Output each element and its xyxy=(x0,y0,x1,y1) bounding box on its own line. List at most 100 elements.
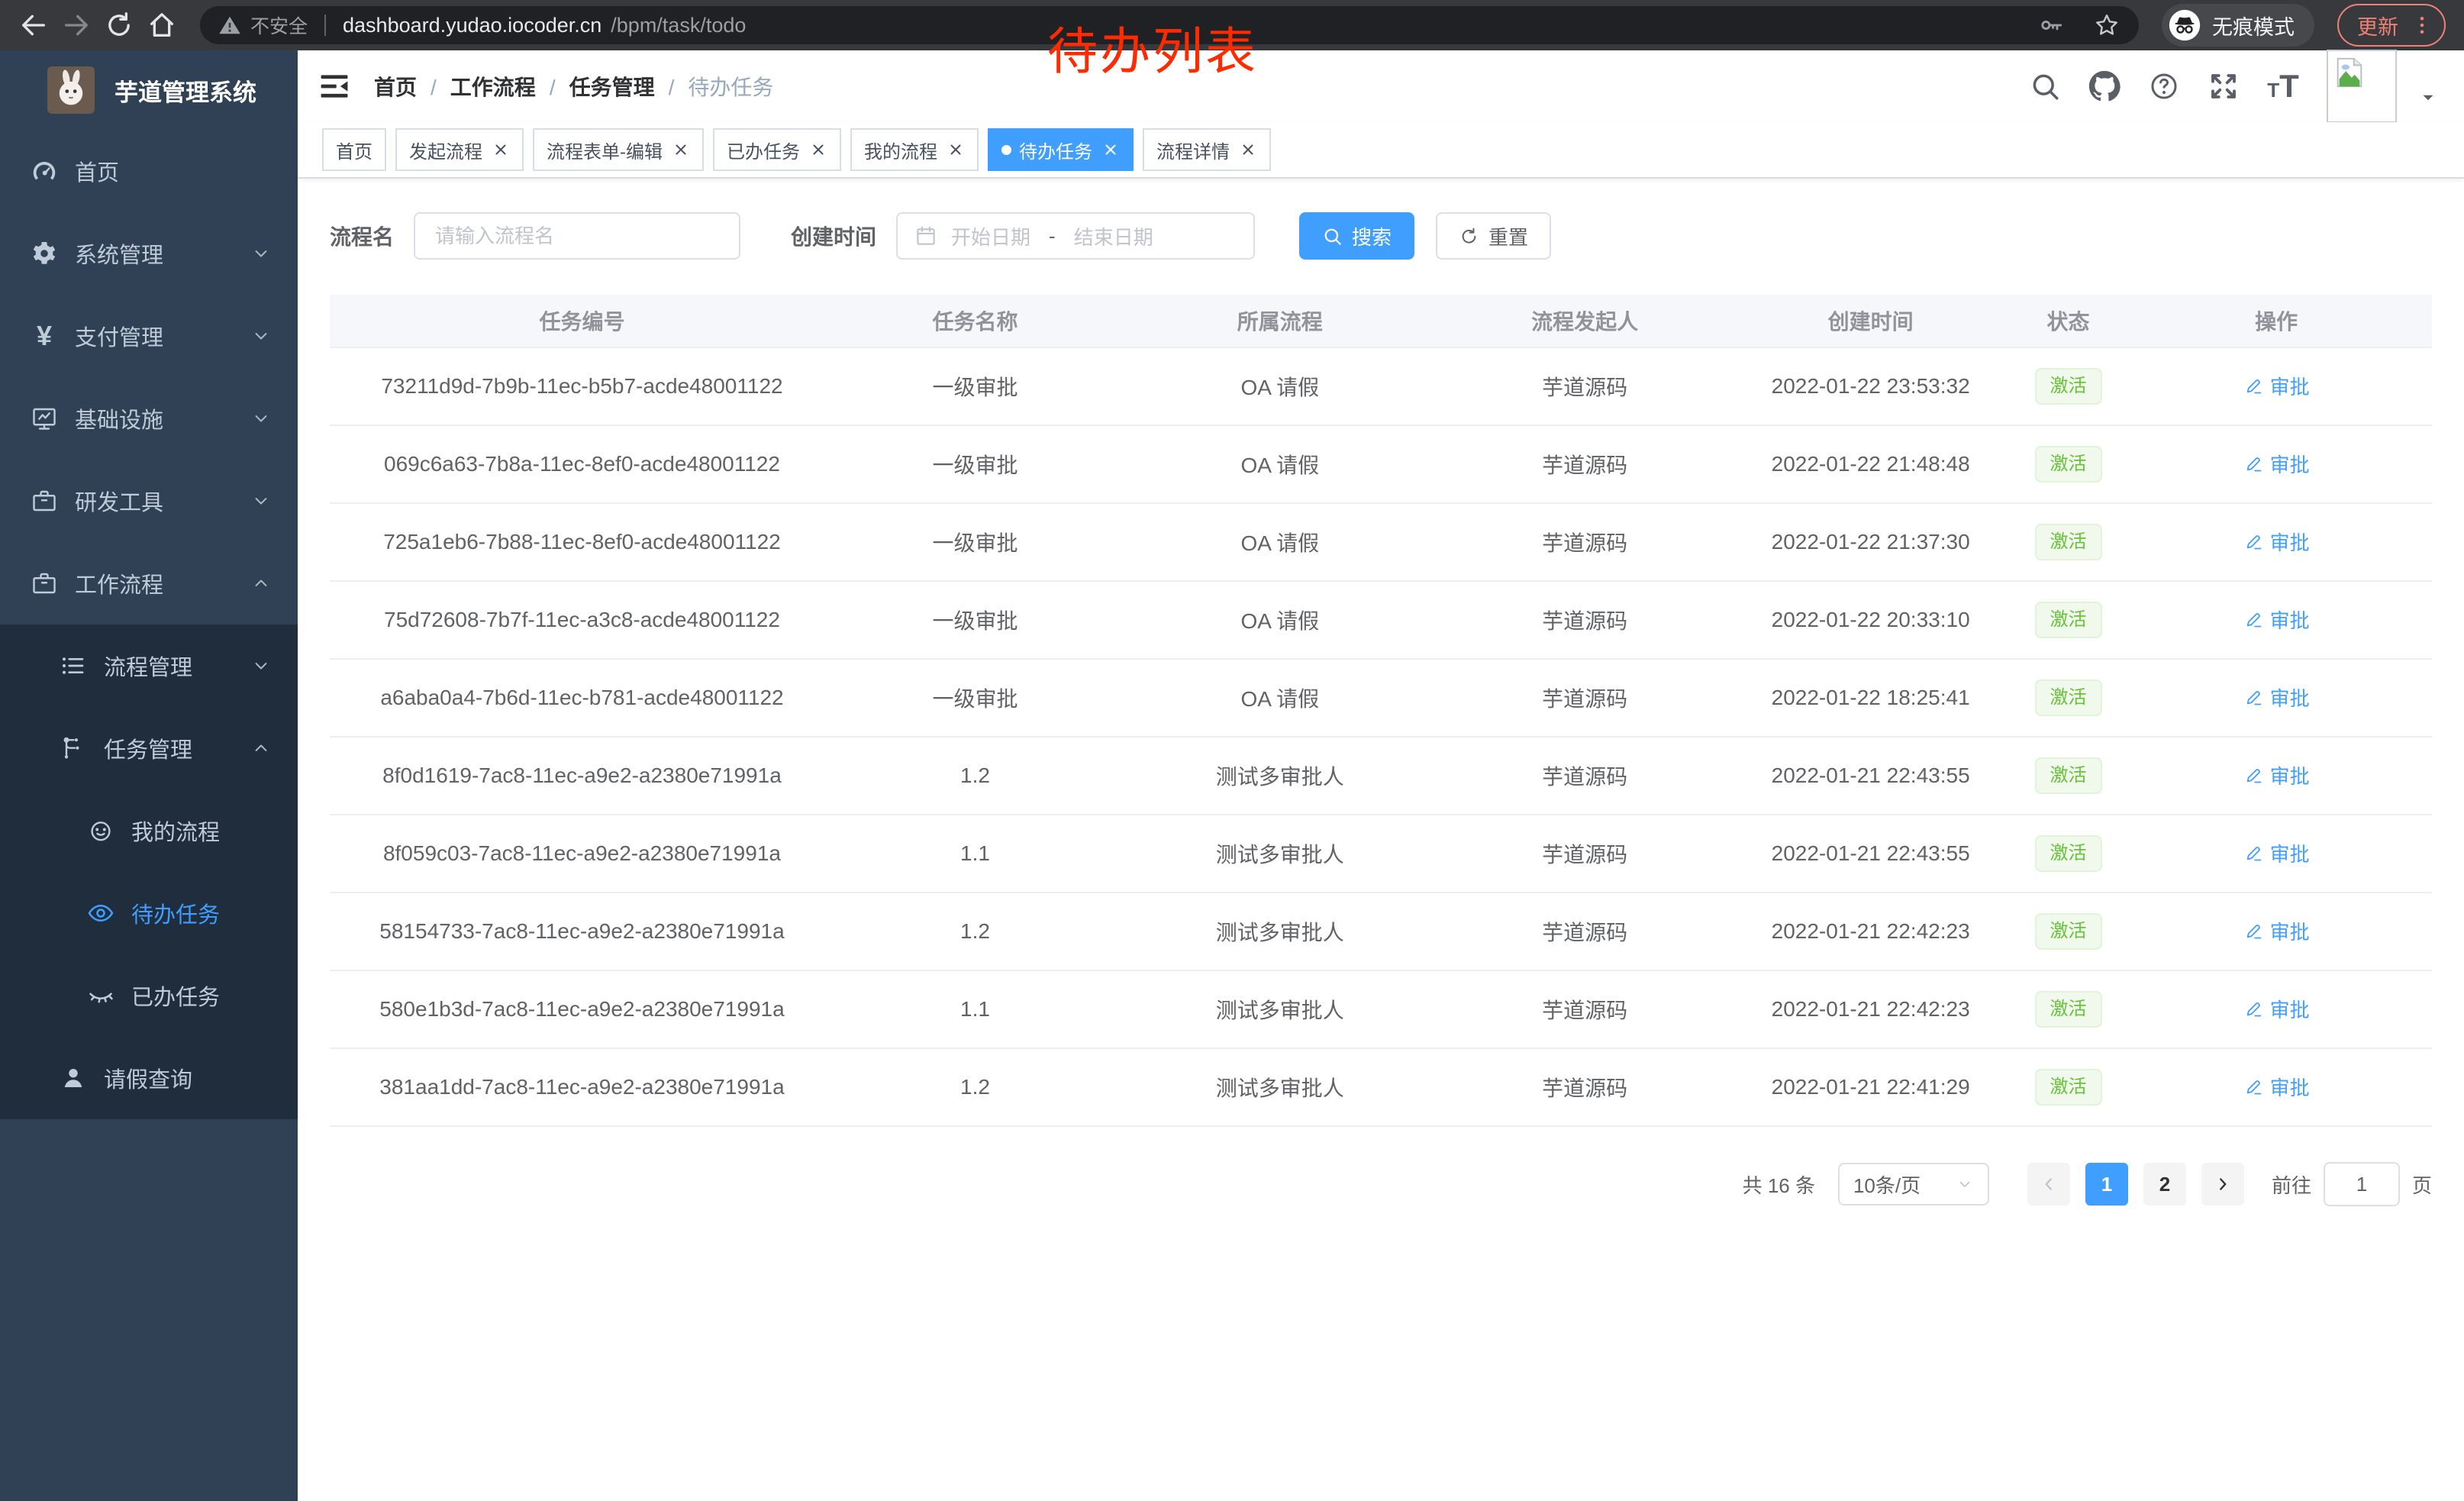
task-table: 任务编号任务名称所属流程流程发起人创建时间状态操作 73211d9d-7b9b-… xyxy=(330,295,2432,1127)
avatar-caret-icon[interactable] xyxy=(2418,88,2438,108)
approve-link[interactable]: 审批 xyxy=(2243,683,2310,712)
close-icon[interactable] xyxy=(1101,140,1120,159)
task-id-cell: 580e1b3d-7ac8-11ec-a9e2-a2380e71991a xyxy=(330,970,834,1048)
sidebar-menu: 首页 系统管理 ¥ 支付管理 基础设施 xyxy=(0,130,298,1119)
close-icon[interactable] xyxy=(809,140,827,159)
sidebar-item[interactable]: 首页 xyxy=(0,130,298,212)
table-row: 58154733-7ac8-11ec-a9e2-a2380e71991a 1.2… xyxy=(330,893,2432,970)
close-icon[interactable] xyxy=(492,140,510,159)
approve-link[interactable]: 审批 xyxy=(2243,995,2310,1023)
sidebar-collapse-icon[interactable] xyxy=(318,69,351,103)
sidebar-item[interactable]: 任务管理 xyxy=(0,707,298,789)
goto-page-input[interactable] xyxy=(2324,1162,2400,1206)
reset-button[interactable]: 重置 xyxy=(1436,212,1551,260)
breadcrumb-item[interactable]: 待办任务 xyxy=(688,71,773,102)
approve-link[interactable]: 审批 xyxy=(2243,917,2310,945)
page-button[interactable]: 2 xyxy=(2143,1163,2186,1206)
search-icon[interactable] xyxy=(2029,70,2061,102)
font-size-icon[interactable]: TT xyxy=(2267,70,2299,102)
status-cell: 激活 xyxy=(2016,347,2121,425)
task-name-cell: 一级审批 xyxy=(834,659,1116,737)
github-icon[interactable] xyxy=(2088,70,2121,102)
reload-icon[interactable] xyxy=(104,10,134,40)
incognito-icon xyxy=(2168,8,2201,42)
close-icon[interactable] xyxy=(947,140,965,159)
search-button[interactable]: 搜索 xyxy=(1299,212,1414,260)
sidebar-item[interactable]: 请假查询 xyxy=(0,1037,298,1119)
date-range-picker[interactable]: 开始日期 - 结束日期 xyxy=(896,212,1255,260)
breadcrumb-item[interactable]: 工作流程 xyxy=(450,71,569,102)
help-icon[interactable] xyxy=(2148,70,2180,102)
chevron-down-icon xyxy=(250,490,272,512)
action-cell: 审批 xyxy=(2121,425,2432,503)
sidebar-item-label: 工作流程 xyxy=(75,567,163,599)
column-header: 操作 xyxy=(2121,295,2432,347)
approve-link[interactable]: 审批 xyxy=(2243,761,2310,789)
tab-label: 已办任务 xyxy=(727,137,800,163)
breadcrumb-item[interactable]: 任务管理 xyxy=(569,71,689,102)
approve-link[interactable]: 审批 xyxy=(2243,372,2310,400)
breadcrumb-item[interactable]: 首页 xyxy=(374,71,450,102)
close-icon[interactable] xyxy=(1239,140,1257,159)
approve-link[interactable]: 审批 xyxy=(2243,839,2310,867)
approve-link[interactable]: 审批 xyxy=(2243,528,2310,556)
forward-icon[interactable] xyxy=(61,10,92,40)
starter-cell: 芋道源码 xyxy=(1444,503,1726,581)
approve-link[interactable]: 审批 xyxy=(2243,605,2310,634)
back-icon[interactable] xyxy=(18,10,49,40)
approve-link[interactable]: 审批 xyxy=(2243,1073,2310,1101)
browser-toolbar: 不安全 dashboard.yudao.iocoder.cn/bpm/task/… xyxy=(0,0,2464,50)
tab[interactable]: 待办任务 xyxy=(988,128,1134,171)
create-time-label: 创建时间 xyxy=(791,221,876,251)
fullscreen-icon[interactable] xyxy=(2208,70,2240,102)
active-dot xyxy=(1001,145,1011,155)
end-date-placeholder[interactable]: 结束日期 xyxy=(1074,222,1153,250)
tab[interactable]: 流程表单-编辑 xyxy=(533,128,704,171)
sidebar-item[interactable]: 待办任务 xyxy=(0,872,298,954)
tab[interactable]: 我的流程 xyxy=(850,128,979,171)
home-icon[interactable] xyxy=(147,10,177,40)
approve-link[interactable]: 审批 xyxy=(2243,450,2310,478)
page-size-select[interactable]: 10条/页 xyxy=(1838,1163,1989,1206)
next-page-button[interactable] xyxy=(2201,1163,2244,1206)
sidebar-item[interactable]: 流程管理 xyxy=(0,625,298,707)
rabbit-logo-icon xyxy=(47,66,95,114)
close-icon[interactable] xyxy=(672,140,690,159)
key-icon[interactable] xyxy=(2038,12,2064,38)
avatar[interactable] xyxy=(2327,50,2397,123)
process-cell: OA 请假 xyxy=(1116,503,1444,581)
sidebar-item[interactable]: 已办任务 xyxy=(0,954,298,1037)
sidebar-item[interactable]: 我的流程 xyxy=(0,789,298,872)
browser-update-button[interactable]: 更新 xyxy=(2337,4,2446,47)
tab[interactable]: 发起流程 xyxy=(395,128,524,171)
status-cell: 激活 xyxy=(2016,1048,2121,1126)
action-cell: 审批 xyxy=(2121,503,2432,581)
tab-label: 流程表单-编辑 xyxy=(547,137,663,163)
sidebar-item[interactable]: 基础设施 xyxy=(0,377,298,460)
face-icon xyxy=(87,817,114,844)
address-bar[interactable]: 不安全 dashboard.yudao.iocoder.cn/bpm/task/… xyxy=(200,6,2139,44)
warning-icon[interactable] xyxy=(218,14,241,37)
page-button[interactable]: 1 xyxy=(2085,1163,2128,1206)
sidebar-item[interactable]: 系统管理 xyxy=(0,212,298,295)
start-date-placeholder[interactable]: 开始日期 xyxy=(951,222,1030,250)
sidebar-item-label: 系统管理 xyxy=(75,237,163,270)
sidebar-item[interactable]: 工作流程 xyxy=(0,542,298,625)
tab[interactable]: 已办任务 xyxy=(713,128,841,171)
process-name-input[interactable] xyxy=(414,212,740,260)
tab[interactable]: 流程详情 xyxy=(1143,128,1271,171)
status-badge: 激活 xyxy=(2035,913,2102,950)
page-unit-label: 页 xyxy=(2412,1170,2432,1199)
status-badge: 激活 xyxy=(2035,602,2102,638)
bookmark-star-icon[interactable] xyxy=(2093,11,2121,39)
status-cell: 激活 xyxy=(2016,893,2121,970)
task-name-cell: 1.2 xyxy=(834,737,1116,815)
menu-dots-icon[interactable] xyxy=(2411,14,2433,37)
prev-page-button[interactable] xyxy=(2027,1163,2070,1206)
eye-closed-icon xyxy=(87,982,114,1009)
sidebar-item[interactable]: 研发工具 xyxy=(0,460,298,542)
table-row: 73211d9d-7b9b-11ec-b5b7-acde48001122 一级审… xyxy=(330,347,2432,425)
create-time-cell: 2022-01-21 22:43:55 xyxy=(1726,815,2016,893)
sidebar-item[interactable]: ¥ 支付管理 xyxy=(0,295,298,377)
tab[interactable]: 首页 xyxy=(322,128,386,171)
